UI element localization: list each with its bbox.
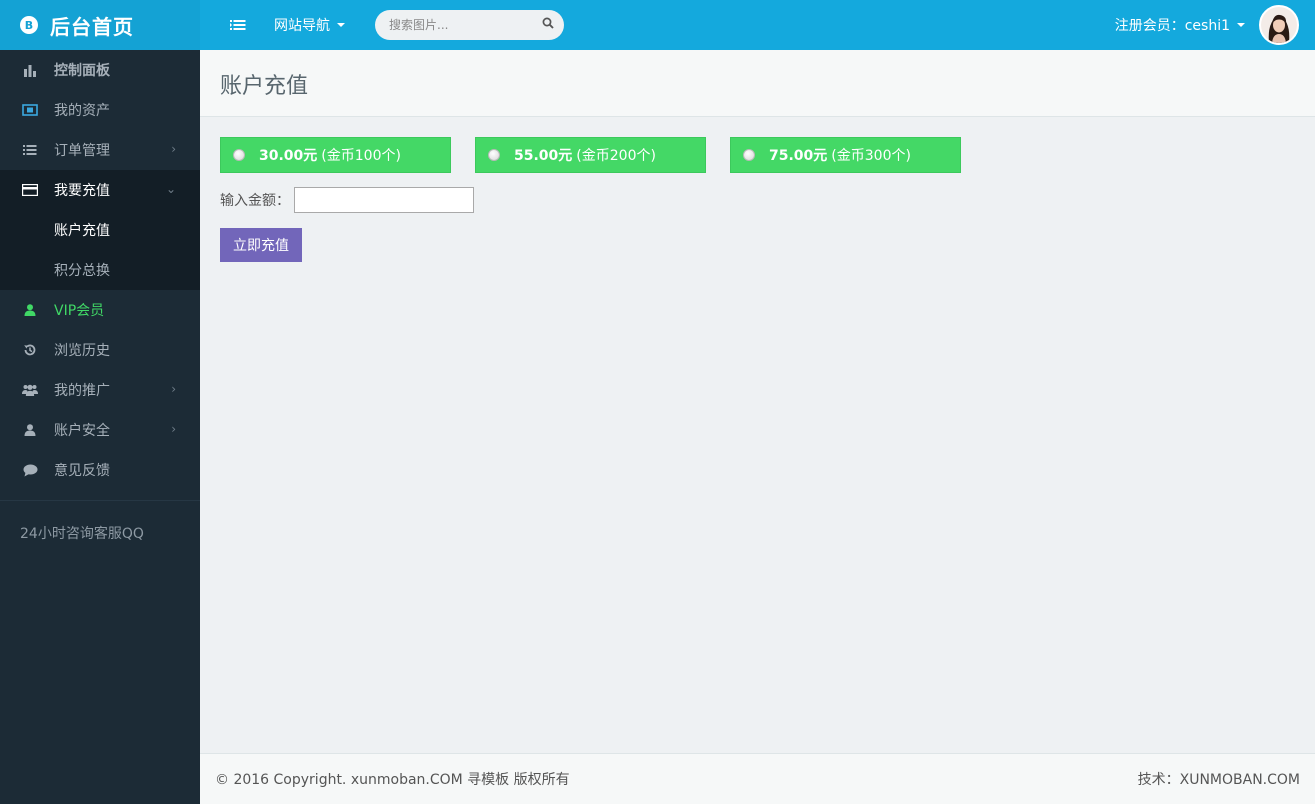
sidebar-item-label: 意见反馈 [54,463,110,479]
history-icon [22,342,38,358]
footer: © 2016 Copyright. xunmoban.COM 寻模板 版权所有 … [200,753,1315,804]
recharge-now-button[interactable]: 立即充值 [220,228,302,262]
sidebar-item-orders[interactable]: 订单管理 › [0,130,200,170]
comment-icon [22,462,38,478]
recharge-option[interactable]: 75.00元 (金币300个) [730,137,961,173]
radio-button[interactable] [233,149,245,161]
sidebar-item-recharge[interactable]: 我要充值 ⌄ [0,170,200,210]
main-content: 30.00元 (金币100个) 55.00元 (金币200个) 75.00元 (… [200,117,1315,262]
users-icon [22,382,38,398]
menu-toggle-icon[interactable] [230,18,246,32]
wallet-icon [22,102,38,118]
page-header: 账户充值 [200,50,1315,117]
credit-card-icon [22,182,38,198]
recharge-options: 30.00元 (金币100个) 55.00元 (金币200个) 75.00元 (… [200,117,1315,173]
sidebar-item-assets[interactable]: 我的资产 [0,90,200,130]
user-label: 注册会员：ceshi1 [1114,18,1230,34]
page-title: 账户充值 [220,74,309,99]
sidebar-item-label: 我的资产 [54,103,110,119]
chevron-down-icon: ⌄ [165,182,176,196]
sidebar-subitem-account-recharge[interactable]: 账户充值 [0,210,200,250]
radio-button[interactable] [743,149,755,161]
sidebar-subitem-points-exchange[interactable]: 积分总换 [0,250,200,290]
amount-label: 输入金额： [220,193,290,209]
option-price: 55.00元 [514,148,573,164]
recharge-option[interactable]: 30.00元 (金币100个) [220,137,451,173]
brand-title: 后台首页 [50,14,134,39]
recharge-submenu: 账户充值 积分总换 [0,210,200,290]
site-nav-dropdown[interactable]: 网站导航 [274,15,345,35]
amount-input[interactable] [294,187,474,213]
caret-down-icon [337,23,345,27]
sidebar-item-label: 订单管理 [54,143,110,159]
option-price: 30.00元 [259,148,318,164]
footer-copyright: © 2016 Copyright. xunmoban.COM 寻模板 版权所有 [215,772,570,788]
sidebar-item-label: 我要充值 [54,183,110,199]
support-qq-text[interactable]: 24小时咨询客服QQ [0,501,200,543]
recharge-option[interactable]: 55.00元 (金币200个) [475,137,706,173]
user-menu[interactable]: 注册会员：ceshi1 [1115,0,1299,50]
avatar[interactable] [1259,5,1299,45]
sidebar-item-label: 浏览历史 [54,343,110,359]
search-icon[interactable] [542,17,554,33]
search-input[interactable] [389,18,539,32]
user-icon [22,302,38,318]
sidebar-item-dashboard[interactable]: 控制面板 [0,50,200,90]
amount-row: 输入金额： [200,173,1315,213]
option-coins: (金币100个) [321,148,401,164]
sidebar-nav: 控制面板 我的资产 订单管理 › 我要充值 ⌄ 账户充值 积分总换 VIP会员 … [0,50,200,490]
top-header: 网站导航 注册会员：ceshi1 [200,0,1315,50]
option-coins: (金币200个) [576,148,656,164]
sidebar-item-label: VIP会员 [54,303,105,319]
sidebar-item-feedback[interactable]: 意见反馈 [0,450,200,490]
sidebar-item-label: 我的推广 [54,383,110,399]
sidebar-item-promotion[interactable]: 我的推广 › [0,370,200,410]
search-box [375,10,564,40]
sidebar-item-label: 控制面板 [54,63,110,79]
sidebar-item-security[interactable]: 账户安全 › [0,410,200,450]
brand[interactable]: B 后台首页 [0,0,200,50]
chevron-right-icon: › [171,142,176,156]
site-nav-label: 网站导航 [274,18,330,34]
sidebar-item-history[interactable]: 浏览历史 [0,330,200,370]
radio-button[interactable] [488,149,500,161]
chevron-right-icon: › [171,382,176,396]
sidebar-item-vip[interactable]: VIP会员 [0,290,200,330]
sidebar-item-label: 账户安全 [54,423,110,439]
footer-tech: 技术：XUNMOBAN.COM [1137,772,1300,788]
sidebar: B 后台首页 控制面板 我的资产 订单管理 › 我要充值 ⌄ 账户充值 积分总换… [0,0,200,804]
caret-down-icon [1237,23,1245,27]
user-icon [22,422,38,438]
bitcoin-logo-icon: B [20,16,38,34]
list-icon [22,142,38,158]
option-price: 75.00元 [769,148,828,164]
chevron-right-icon: › [171,422,176,436]
option-coins: (金币300个) [831,148,911,164]
bar-chart-icon [22,62,38,78]
